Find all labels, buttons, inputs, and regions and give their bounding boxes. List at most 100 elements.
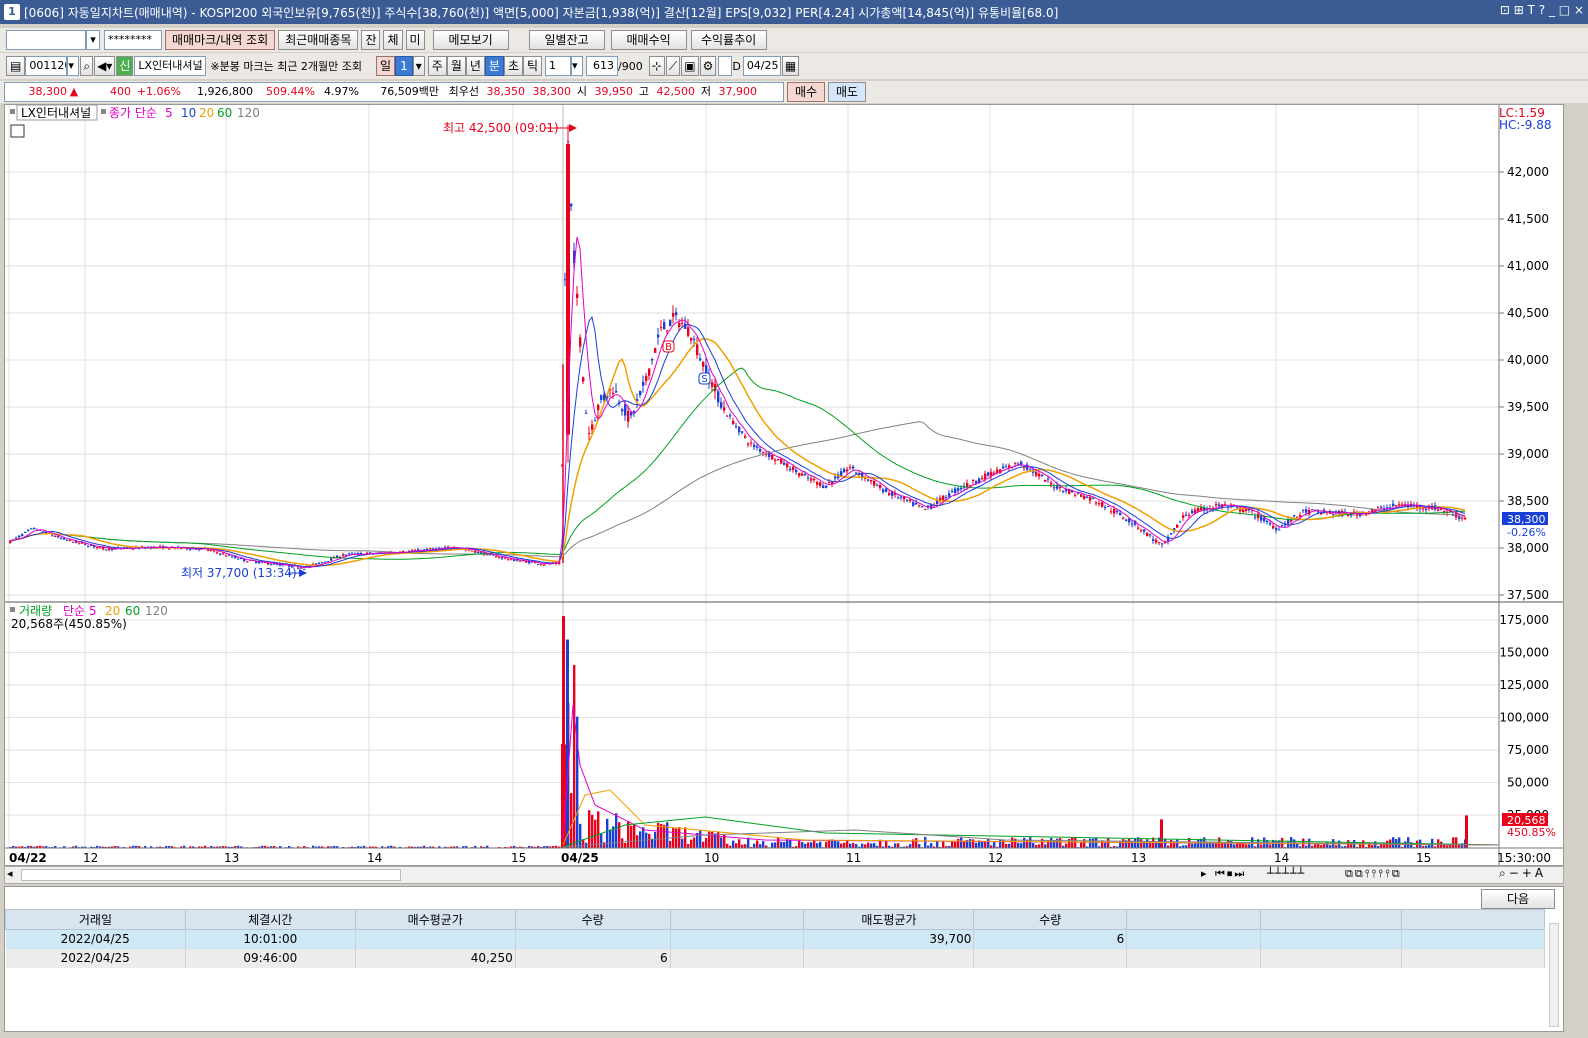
crosshair-icon[interactable]: ⊹ bbox=[648, 56, 665, 76]
layout-icon[interactable]: ▤ bbox=[6, 56, 26, 76]
chart-scrollbar[interactable]: ◂ ▸ ⏮⏹⏭ ┴┴┴┴┴ ⧉⧉⫯⫯⫯⫯⧉ ⌕−+A bbox=[4, 866, 1564, 884]
time-tick-label: 12 bbox=[988, 851, 1003, 865]
candle-body bbox=[657, 334, 660, 338]
chevron-down-icon[interactable]: ▾ bbox=[86, 30, 100, 50]
candle-body bbox=[1152, 539, 1155, 541]
chevron-down-icon[interactable]: ▾ bbox=[571, 56, 584, 76]
jan-button[interactable]: 잔 bbox=[361, 30, 381, 50]
col-buy-qty[interactable]: 수량 bbox=[514, 909, 671, 930]
candle-body bbox=[330, 558, 333, 561]
col-empty[interactable] bbox=[669, 909, 805, 930]
volume-bar bbox=[999, 839, 1002, 848]
save-icon[interactable]: ▣ bbox=[681, 56, 699, 76]
trade-profit-button[interactable]: 매매수익 bbox=[610, 30, 687, 50]
period-year[interactable]: 년 bbox=[465, 56, 485, 76]
col-buy-avg[interactable]: 매수평균가 bbox=[354, 909, 516, 930]
grid-scrollbar[interactable] bbox=[1549, 923, 1559, 1027]
stock-code-input[interactable]: 001120 bbox=[25, 56, 68, 76]
calculator-icon[interactable] bbox=[10, 124, 25, 138]
chevron-down-icon[interactable]: ▾ bbox=[412, 56, 425, 76]
scroll-thumb[interactable] bbox=[21, 869, 401, 881]
period-day[interactable]: 일 bbox=[376, 56, 396, 76]
playback-icon[interactable]: ⏮⏹⏭ bbox=[1215, 867, 1246, 881]
volume-bar bbox=[930, 843, 933, 848]
candle-body bbox=[1101, 502, 1104, 507]
candle-body bbox=[1254, 516, 1257, 518]
volume: 1,926,800 bbox=[197, 85, 253, 98]
col-empty[interactable] bbox=[1401, 909, 1545, 930]
candle-body bbox=[1047, 478, 1050, 480]
count-input[interactable]: 613 bbox=[586, 56, 619, 76]
search-icon[interactable]: ⌕ bbox=[80, 56, 94, 76]
period-tick[interactable]: 틱 bbox=[523, 56, 543, 76]
candle-body bbox=[648, 368, 651, 376]
price-change: 400 bbox=[110, 85, 131, 98]
candle-body bbox=[1140, 530, 1143, 532]
table-row[interactable]: 2022/04/25 09:46:00 40,250 6 bbox=[5, 948, 1545, 968]
volume-bar bbox=[1023, 837, 1026, 848]
candle-body bbox=[1464, 517, 1467, 519]
next-button[interactable]: 다음 bbox=[1481, 889, 1555, 909]
ruler-icon[interactable]: ┴┴┴┴┴ bbox=[1267, 867, 1305, 880]
gear-icon[interactable]: ⚙ bbox=[699, 56, 717, 76]
time-tick-label: 04/25 bbox=[561, 851, 599, 865]
password-field[interactable]: ******** bbox=[104, 30, 162, 50]
chart-canvas[interactable]: 42,000 41,500 41,000 40,500 40,000 39,500 39,0… bbox=[5, 105, 1563, 865]
col-sell-qty[interactable]: 수량 bbox=[973, 909, 1128, 930]
period-number[interactable]: 1 bbox=[395, 56, 413, 76]
candle-body bbox=[717, 391, 720, 403]
col-trade-date[interactable]: 거래일 bbox=[5, 909, 186, 930]
candle-body bbox=[1245, 508, 1248, 511]
mi-button[interactable]: 미 bbox=[405, 30, 425, 50]
date-checkbox[interactable] bbox=[718, 56, 733, 76]
col-sell-avg[interactable]: 매도평균가 bbox=[803, 909, 975, 930]
daily-balance-button[interactable]: 일별잔고 bbox=[528, 30, 605, 50]
col-empty[interactable] bbox=[1126, 909, 1262, 930]
speaker-icon[interactable]: ◀▾ bbox=[94, 56, 116, 76]
return-trend-button[interactable]: 수익률추이 bbox=[690, 30, 767, 50]
memo-button[interactable]: 메모보기 bbox=[432, 30, 509, 50]
date-input[interactable]: 04/25 bbox=[742, 56, 781, 76]
interval-input[interactable]: 1 bbox=[545, 56, 572, 76]
candle-body bbox=[741, 431, 744, 433]
scroll-right-icon[interactable]: ▸ bbox=[1201, 867, 1207, 880]
window-controls[interactable]: ⊡ ⊞ T ? _ □ × bbox=[1500, 3, 1584, 17]
candle-body bbox=[627, 411, 630, 422]
volume-bar bbox=[789, 839, 792, 848]
chart-area[interactable]: 42,000 41,500 41,000 40,500 40,000 39,500 39,0… bbox=[4, 104, 1564, 866]
col-empty[interactable] bbox=[1260, 909, 1403, 930]
candle-body bbox=[1023, 467, 1026, 469]
zoom-icon[interactable]: ⌕−+A bbox=[1499, 866, 1546, 881]
recent-trades-button[interactable]: 최근매매종목 bbox=[278, 30, 359, 50]
trade-marks-button[interactable]: 매매마크/내역 조회 bbox=[165, 30, 276, 50]
volume-pct-label: 450.85% bbox=[1507, 826, 1556, 839]
buy-button[interactable]: 매수 bbox=[787, 82, 825, 102]
candle-body bbox=[966, 483, 969, 487]
period-second[interactable]: 초 bbox=[503, 56, 523, 76]
legend-stock-name: LX인터내셔널 bbox=[21, 106, 91, 120]
calendar-icon[interactable]: ▦ bbox=[781, 56, 800, 76]
scroll-left-icon[interactable]: ◂ bbox=[7, 867, 13, 880]
candle-body bbox=[270, 564, 273, 566]
candle-body bbox=[78, 542, 81, 544]
account-select[interactable] bbox=[6, 30, 86, 50]
volume-bar bbox=[915, 838, 918, 848]
period-week[interactable]: 주 bbox=[427, 56, 447, 76]
candle-body bbox=[1380, 506, 1383, 508]
candle-body bbox=[1197, 508, 1200, 512]
sell-button[interactable]: 매도 bbox=[828, 82, 866, 102]
scale-icon[interactable]: ⟋ bbox=[665, 56, 681, 76]
candle-body bbox=[471, 550, 474, 552]
tools-icon[interactable]: ⧉⧉⫯⫯⫯⫯⧉ bbox=[1345, 867, 1402, 881]
volume-bar bbox=[810, 842, 813, 848]
table-row[interactable]: 2022/04/25 10:01:00 39,700 6 bbox=[5, 929, 1545, 949]
price-tick-label: 38,000 bbox=[1507, 541, 1549, 555]
che-button[interactable]: 체 bbox=[383, 30, 403, 50]
chevron-down-icon[interactable]: ▾ bbox=[67, 56, 80, 76]
period-minute[interactable]: 분 bbox=[484, 56, 504, 76]
volume-bar bbox=[747, 837, 750, 848]
period-month[interactable]: 월 bbox=[446, 56, 466, 76]
candle-body bbox=[672, 312, 675, 317]
candle-body bbox=[900, 496, 903, 498]
col-exec-time[interactable]: 체결시간 bbox=[184, 909, 356, 930]
